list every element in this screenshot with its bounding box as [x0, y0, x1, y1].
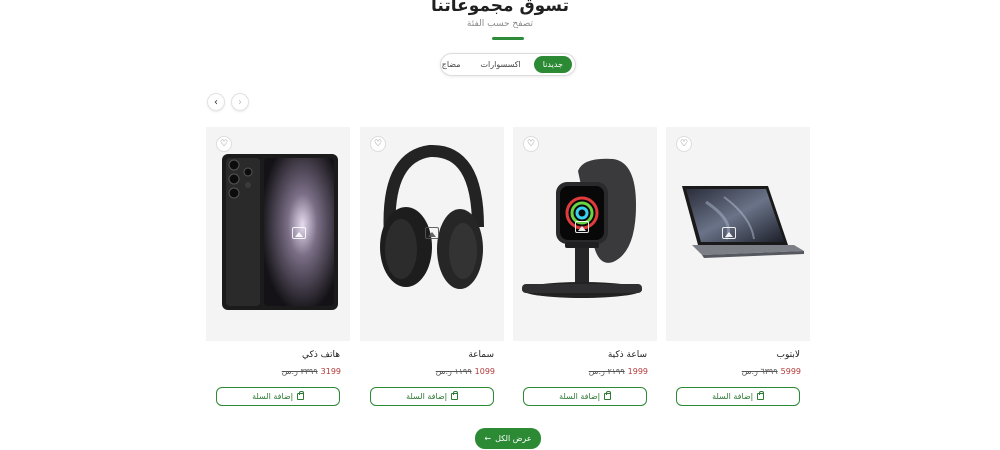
product-old-price: ٢١٩٩ ر.س: [588, 367, 625, 376]
wishlist-button[interactable]: ♡: [216, 136, 232, 152]
tab-new[interactable]: جديدنا: [533, 56, 572, 73]
add-to-cart-label: إضافة السلة: [252, 392, 293, 401]
product-name: ساعة ذكية: [607, 350, 647, 360]
product-card: ♡ هاتف ذكي 3199 ٣٣٩٩ ر.س إضافة السلة: [206, 127, 350, 415]
product-name: هاتف ذكي: [302, 350, 340, 360]
wishlist-button[interactable]: ♡: [523, 136, 539, 152]
view-all-label: عرض الكل: [495, 434, 532, 443]
smartwatch-image: [522, 158, 642, 298]
product-card: ♡ سماعة 1099 ١١٩٩ ر.س إضافة السلة: [360, 127, 504, 415]
product-image[interactable]: ♡: [513, 127, 657, 341]
smartphone-image: [222, 154, 338, 310]
product-info: ساعة ذكية 1999 ٢١٩٩ ر.س إضافة السلة: [513, 341, 657, 415]
product-info: هاتف ذكي 3199 ٣٣٩٩ ر.س إضافة السلة: [206, 341, 350, 415]
price-row: 5999 ٦٣٩٩ ر.س: [742, 367, 801, 376]
product-image[interactable]: ♡: [360, 127, 504, 341]
image-placeholder-icon: [575, 221, 589, 233]
shopping-bag-icon: [450, 391, 458, 400]
heart-icon: ♡: [373, 139, 383, 149]
product-image[interactable]: ♡: [666, 127, 810, 341]
chevron-right-icon: ›: [238, 96, 242, 108]
shopping-bag-icon: [603, 391, 611, 400]
product-info: سماعة 1099 ١١٩٩ ر.س إضافة السلة: [360, 341, 504, 415]
price-row: 3199 ٣٣٩٩ ر.س: [282, 367, 341, 376]
product-info: لابتوب 5999 ٦٣٩٩ ر.س إضافة السلة: [666, 341, 810, 415]
product-old-price: ٦٣٩٩ ر.س: [741, 367, 778, 376]
product-price: 1099: [474, 367, 495, 376]
category-tabs: جديدنا اكسسوارات مضاج: [440, 53, 576, 76]
product-card: ♡ لابتوب 5999 ٦٣٩٩ ر.س إضافة السلة: [666, 127, 810, 415]
product-image[interactable]: ♡: [206, 127, 350, 341]
product-old-price: ١١٩٩ ر.س: [435, 367, 472, 376]
arrow-left-icon: ←: [484, 434, 492, 443]
wishlist-button[interactable]: ♡: [676, 136, 692, 152]
carousel-next-button[interactable]: ›: [231, 93, 249, 111]
product-price: 3199: [320, 367, 341, 376]
wishlist-button[interactable]: ♡: [370, 136, 386, 152]
add-to-cart-label: إضافة السلة: [559, 392, 600, 401]
chevron-left-icon: ‹: [214, 96, 218, 108]
heart-icon: ♡: [679, 139, 689, 149]
image-placeholder-icon: [722, 227, 736, 239]
add-to-cart-label: إضافة السلة: [406, 392, 447, 401]
add-to-cart-label: إضافة السلة: [712, 392, 753, 401]
tab-other[interactable]: مضاج: [435, 56, 468, 73]
image-placeholder-icon: [425, 227, 439, 239]
product-name: سماعة: [468, 350, 494, 360]
tab-accessories[interactable]: اكسسوارات: [473, 56, 527, 73]
product-old-price: ٣٣٩٩ ر.س: [281, 367, 318, 376]
add-to-cart-button[interactable]: إضافة السلة: [523, 387, 647, 406]
laptop-image: [682, 186, 804, 258]
product-name: لابتوب: [776, 350, 800, 360]
price-row: 1999 ٢١٩٩ ر.س: [589, 367, 648, 376]
shopping-bag-icon: [296, 391, 304, 400]
heart-icon: ♡: [526, 139, 536, 149]
product-price: 1999: [627, 367, 648, 376]
heart-icon: ♡: [219, 139, 229, 149]
product-card: ♡ ساعة ذكية 1999 ٢١٩٩ ر.س إضافة السلة: [513, 127, 657, 415]
page-subtitle: تصفح حسب الفئة: [466, 19, 534, 29]
product-price: 5999: [780, 367, 801, 376]
add-to-cart-button[interactable]: إضافة السلة: [676, 387, 800, 406]
price-row: 1099 ١١٩٩ ر.س: [436, 367, 495, 376]
add-to-cart-button[interactable]: إضافة السلة: [216, 387, 340, 406]
page-title: تسوق مجموعاتنا: [431, 0, 569, 16]
add-to-cart-button[interactable]: إضافة السلة: [370, 387, 494, 406]
title-underline: [492, 37, 524, 40]
view-all-button[interactable]: عرض الكل ←: [475, 428, 541, 449]
image-placeholder-icon: [292, 227, 306, 239]
shopping-bag-icon: [756, 391, 764, 400]
carousel-prev-button[interactable]: ‹: [207, 93, 225, 111]
